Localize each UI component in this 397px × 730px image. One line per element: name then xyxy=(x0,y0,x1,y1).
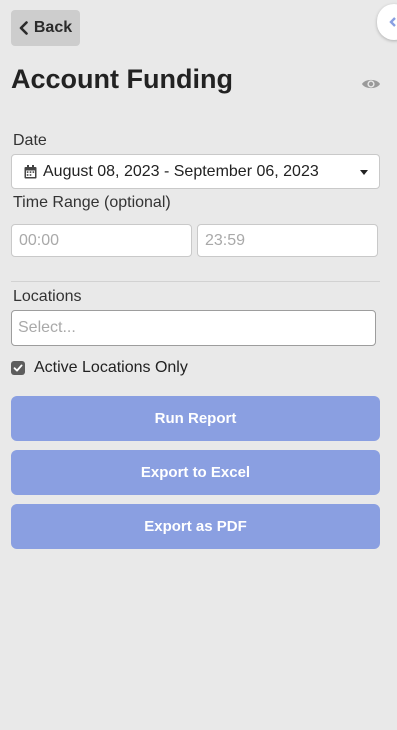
active-locations-row[interactable]: Active Locations Only xyxy=(11,359,188,377)
back-label: Back xyxy=(33,19,73,36)
side-panel-toggle[interactable] xyxy=(377,4,397,40)
calendar-icon xyxy=(24,164,37,178)
chevron-left-icon xyxy=(389,17,396,27)
start-time-input[interactable] xyxy=(11,224,192,257)
end-time-input[interactable] xyxy=(197,224,378,257)
locations-label: Locations xyxy=(13,288,82,305)
time-range-label: Time Range (optional) xyxy=(13,194,171,211)
back-button[interactable]: Back xyxy=(11,10,80,46)
date-range-value: August 08, 2023 - September 06, 2023 xyxy=(43,162,319,180)
eye-icon[interactable] xyxy=(361,77,381,91)
active-locations-checkbox[interactable] xyxy=(11,361,25,375)
page-title: Account Funding xyxy=(11,64,233,94)
export-pdf-button[interactable]: Export as PDF xyxy=(11,504,380,549)
chevron-left-icon xyxy=(19,21,28,35)
export-excel-button[interactable]: Export to Excel xyxy=(11,450,380,495)
date-label: Date xyxy=(13,132,47,149)
checkmark-icon xyxy=(13,364,23,372)
locations-select[interactable] xyxy=(11,310,376,346)
run-report-button[interactable]: Run Report xyxy=(11,396,380,441)
active-locations-label: Active Locations Only xyxy=(34,359,188,376)
date-range-picker[interactable]: August 08, 2023 - September 06, 2023 xyxy=(11,154,380,189)
section-divider xyxy=(11,281,380,282)
caret-down-icon xyxy=(360,170,368,175)
